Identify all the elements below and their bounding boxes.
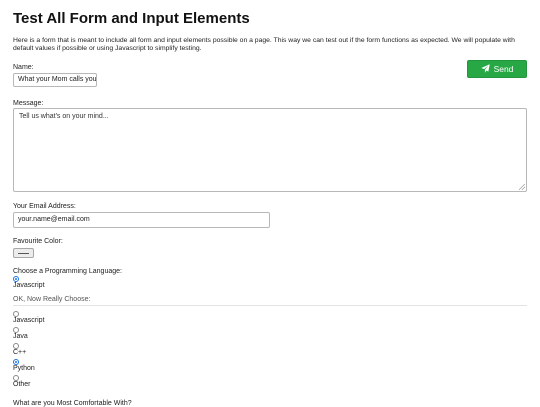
message-placeholder: Tell us what's on your mind... xyxy=(19,113,109,120)
resize-handle-icon[interactable] xyxy=(519,184,525,190)
name-label: Name: xyxy=(13,64,34,71)
send-button-label: Send xyxy=(493,64,514,74)
email-label: Your Email Address: xyxy=(13,203,76,210)
choose-option-python: Python xyxy=(13,365,35,372)
color-swatch xyxy=(18,252,29,254)
choose-option-java: Java xyxy=(13,333,28,340)
paper-plane-icon xyxy=(480,63,490,75)
page-intro: Here is a form that is meant to include … xyxy=(13,37,515,53)
comfortable-label: What are you Most Comfortable With? xyxy=(13,400,132,407)
section-divider xyxy=(13,305,527,306)
message-label: Message: xyxy=(13,100,44,107)
color-label: Favourite Color: xyxy=(13,238,63,245)
choose-option-javascript: Javascript xyxy=(13,317,45,324)
language-label: Choose a Programming Language: xyxy=(13,268,122,275)
color-picker-button[interactable] xyxy=(13,248,34,258)
email-input[interactable]: your.name@email.com xyxy=(13,212,270,228)
name-input[interactable]: What your Mom calls you xyxy=(13,73,97,87)
choose-option-cpp: C++ xyxy=(13,349,27,356)
really-choose-label: OK, Now Really Choose: xyxy=(13,296,91,303)
message-textarea[interactable]: Tell us what's on your mind... xyxy=(13,108,527,192)
choose-option-other: Other xyxy=(13,381,31,388)
page-title: Test All Form and Input Elements xyxy=(13,10,250,27)
language-option-javascript: Javascript xyxy=(13,282,45,289)
send-button[interactable]: Send xyxy=(467,60,527,78)
